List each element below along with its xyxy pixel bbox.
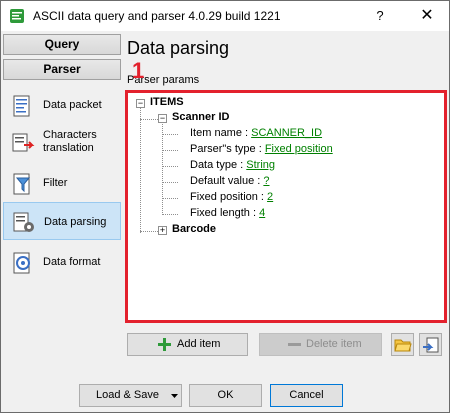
sidebar: Query Parser Data packet Characters tran… xyxy=(1,31,123,374)
tree-connector xyxy=(162,214,178,215)
prop-value-link[interactable]: SCANNER_ID xyxy=(251,127,322,139)
cancel-button[interactable]: Cancel xyxy=(270,384,343,407)
tree-connector xyxy=(140,119,158,120)
title-bar: ASCII data query and parser 4.0.29 build… xyxy=(1,1,449,31)
delete-item-button[interactable]: Delete item xyxy=(259,333,382,356)
tree-connector xyxy=(162,134,178,135)
prop-label: Default value : xyxy=(190,175,264,187)
data-packet-icon xyxy=(13,95,30,117)
load-save-button[interactable]: Load & Save xyxy=(79,384,182,407)
sidebar-item-data-parsing[interactable]: Data parsing xyxy=(3,202,121,240)
delete-item-label: Delete item xyxy=(306,338,362,350)
tab-parser[interactable]: Parser xyxy=(3,59,121,80)
dialog-window: ASCII data query and parser 4.0.29 build… xyxy=(0,0,450,413)
plus-icon xyxy=(158,338,171,351)
sidebar-item-data-format[interactable]: Data format xyxy=(3,243,121,281)
data-parsing-icon xyxy=(13,212,34,232)
tree-item-scanner-id[interactable]: Scanner ID xyxy=(172,111,229,123)
filter-icon xyxy=(13,173,31,195)
minus-icon xyxy=(288,343,301,346)
data-format-icon xyxy=(13,252,30,274)
sidebar-item-characters-translation[interactable]: Characters translation xyxy=(3,123,121,161)
page-title: Data parsing xyxy=(127,38,230,58)
sidebar-item-label: Data format xyxy=(43,255,101,268)
prop-label: Data type : xyxy=(190,159,247,171)
prop-value-link[interactable]: String xyxy=(246,159,275,171)
tree-connector xyxy=(162,150,178,151)
sidebar-item-label: Data packet xyxy=(43,98,102,111)
help-button[interactable]: ? xyxy=(365,1,395,31)
prop-value-link[interactable]: ? xyxy=(263,175,269,187)
prop-value-link[interactable]: 2 xyxy=(267,191,273,203)
add-item-button[interactable]: Add item xyxy=(127,333,248,356)
import-button[interactable] xyxy=(419,333,442,356)
tree-prop-default-value[interactable]: Default value : ? xyxy=(190,175,270,187)
folder-open-icon xyxy=(394,339,412,352)
tree-connector xyxy=(162,166,178,167)
tree-prop-parser-type[interactable]: Parser"s type : Fixed position xyxy=(190,143,333,155)
tree-root-items[interactable]: ITEMS xyxy=(150,96,184,108)
close-button[interactable]: ✕ xyxy=(405,1,449,31)
collapse-toggle[interactable]: − xyxy=(158,114,167,123)
load-save-label: Load & Save xyxy=(96,389,159,401)
tree-connector xyxy=(162,182,178,183)
characters-translation-icon xyxy=(12,133,35,152)
prop-label: Fixed length : xyxy=(190,207,260,219)
collapse-toggle[interactable]: − xyxy=(136,99,145,108)
window-title: ASCII data query and parser 4.0.29 build… xyxy=(33,9,281,23)
ok-button[interactable]: OK xyxy=(189,384,262,407)
prop-value-link[interactable]: Fixed position xyxy=(265,143,333,155)
expand-toggle[interactable]: + xyxy=(158,226,167,235)
prop-value-link[interactable]: 4 xyxy=(259,207,265,219)
prop-label: Item name : xyxy=(190,127,252,139)
tree-item-barcode[interactable]: Barcode xyxy=(172,223,216,235)
sidebar-item-data-packet[interactable]: Data packet xyxy=(3,86,121,124)
add-item-label: Add item xyxy=(177,338,221,350)
tree-prop-fixed-length[interactable]: Fixed length : 4 xyxy=(190,207,265,219)
prop-label: Parser"s type : xyxy=(190,143,265,155)
import-icon xyxy=(423,337,439,353)
tree-connector xyxy=(140,231,158,232)
tree-prop-item-name[interactable]: Item name : SCANNER_ID xyxy=(190,127,322,139)
tab-query[interactable]: Query xyxy=(3,34,121,55)
tree-connector xyxy=(162,198,178,199)
sidebar-item-label: Filter xyxy=(43,176,68,189)
sidebar-item-filter[interactable]: Filter xyxy=(3,164,121,202)
dropdown-arrow-icon xyxy=(171,394,178,398)
sidebar-item-label: Data parsing xyxy=(44,215,107,228)
parser-params-tree[interactable]: − ITEMS − Scanner ID Item name : SCANNER… xyxy=(125,90,447,323)
sidebar-item-label: Characters translation xyxy=(43,129,97,154)
tree-connector xyxy=(162,121,163,215)
open-folder-button[interactable] xyxy=(391,333,414,356)
tree-connector xyxy=(140,107,141,233)
prop-label: Fixed position : xyxy=(190,191,268,203)
annotation-number: 1 xyxy=(132,58,145,83)
app-icon xyxy=(10,9,24,23)
tree-prop-data-type[interactable]: Data type : String xyxy=(190,159,275,171)
tree-prop-fixed-position[interactable]: Fixed position : 2 xyxy=(190,191,273,203)
